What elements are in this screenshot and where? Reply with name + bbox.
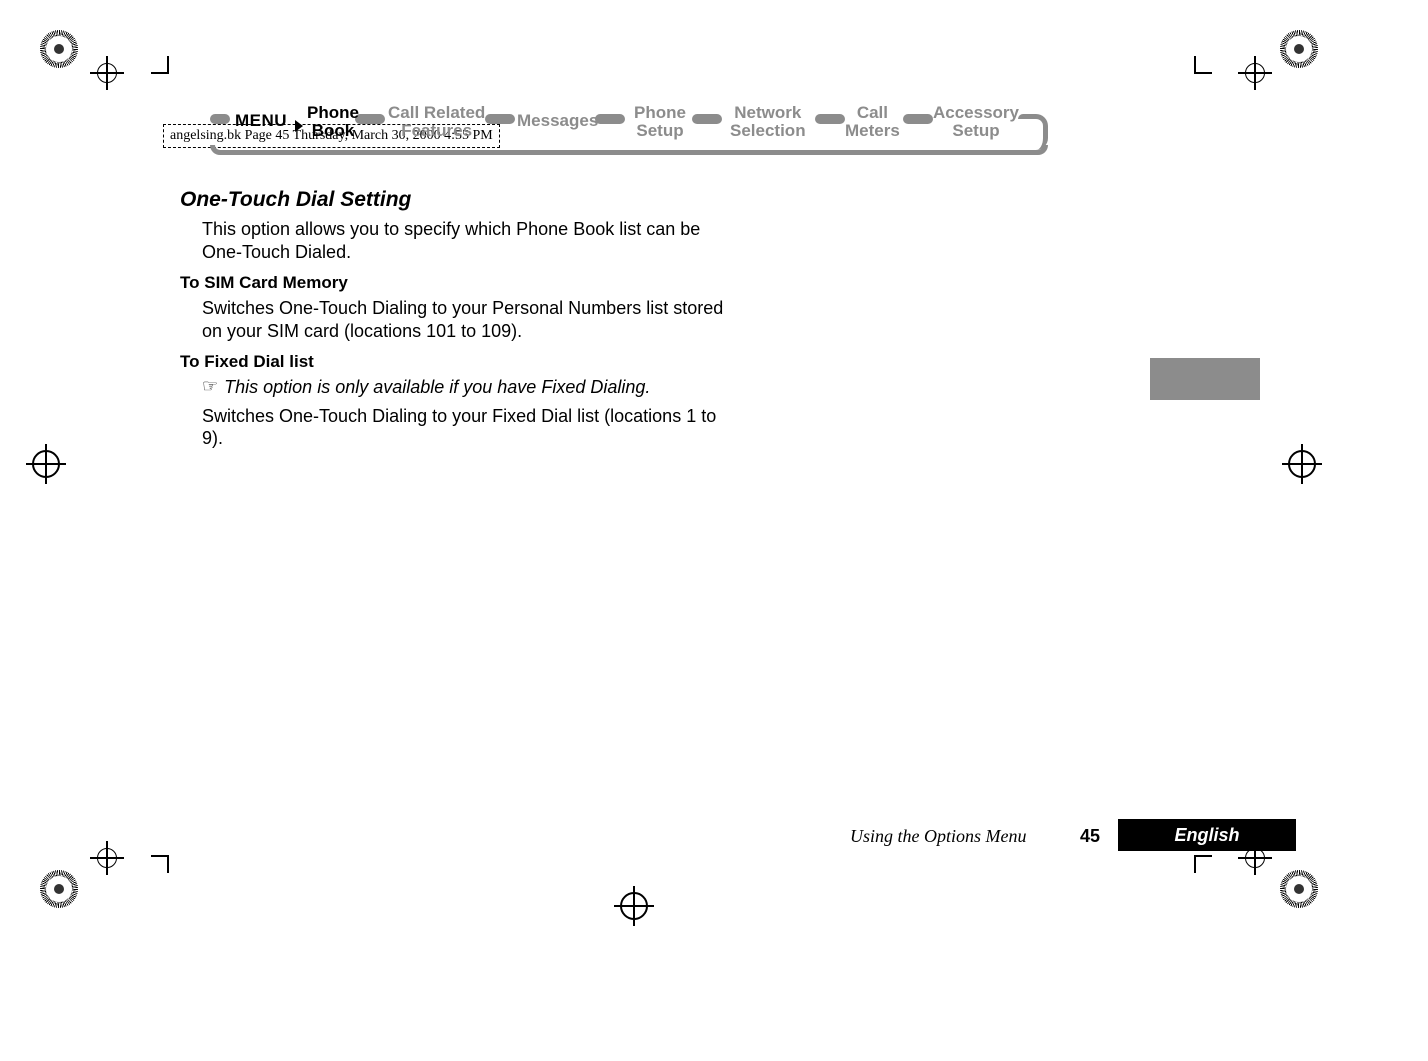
nav-connector (595, 114, 625, 124)
subsection-note-fixed: This option is only available if you hav… (224, 376, 650, 399)
footer-page-number: 45 (1080, 826, 1100, 847)
note-icon: ☞ (202, 376, 218, 397)
registration-mark-icon (40, 30, 78, 68)
registration-mark-icon (1280, 30, 1318, 68)
nav-item-line2: Features (388, 122, 485, 140)
nav-item-call-meters: Call Meters (845, 104, 900, 140)
nav-item-line2: Setup (634, 122, 686, 140)
nav-connector (210, 114, 230, 124)
section-title: One-Touch Dial Setting (180, 188, 725, 212)
nav-item-phone-book: Phone Book (307, 104, 359, 140)
crop-mark-icon (135, 40, 169, 74)
chevron-right-icon (295, 120, 303, 132)
crosshair-icon (32, 450, 60, 478)
nav-item-line1: Network (730, 104, 806, 122)
nav-item-line2: Setup (933, 122, 1019, 140)
nav-item-line2: Meters (845, 122, 900, 140)
registration-mark-icon (1280, 870, 1318, 908)
crosshair-icon (1288, 450, 1316, 478)
nav-item-line2: Selection (730, 122, 806, 140)
nav-item-line1: Call (845, 104, 900, 122)
crop-mark-icon (1194, 40, 1228, 74)
nav-connector-return (210, 145, 1048, 155)
nav-connector (355, 114, 385, 124)
nav-item-line2: Book (307, 122, 359, 140)
footer-chapter: Using the Options Menu (850, 826, 1026, 847)
crosshair-icon (97, 63, 117, 83)
nav-connector (903, 114, 933, 124)
nav-connector (815, 114, 845, 124)
crosshair-icon (620, 892, 648, 920)
subsection-body-sim: Switches One-Touch Dialing to your Perso… (202, 297, 725, 342)
menu-nav: MENU Phone Book Call Related Features Me… (210, 100, 1178, 160)
nav-item-line1: Call Related (388, 104, 485, 122)
nav-connector (692, 114, 722, 124)
subsection-body-fixed: Switches One-Touch Dialing to your Fixed… (202, 405, 725, 450)
nav-connector (1018, 114, 1048, 150)
nav-item-line1: Phone (307, 104, 359, 122)
crop-mark-icon (1194, 855, 1228, 889)
section-intro: This option allows you to specify which … (202, 218, 725, 263)
thumb-index-tab (1150, 358, 1260, 400)
nav-item-line1: Accessory (933, 104, 1019, 122)
nav-item-network-selection: Network Selection (730, 104, 806, 140)
nav-item-call-related-features: Call Related Features (388, 104, 485, 140)
nav-item-accessory-setup: Accessory Setup (933, 104, 1019, 140)
nav-connector (485, 114, 515, 124)
nav-item-line1: Messages (517, 112, 598, 130)
subsection-title-sim: To SIM Card Memory (180, 273, 725, 293)
nav-item-phone-setup: Phone Setup (634, 104, 686, 140)
footer-language-badge: English (1118, 819, 1296, 851)
registration-mark-icon (40, 870, 78, 908)
page-content: One-Touch Dial Setting This option allow… (180, 180, 725, 460)
crosshair-icon (1245, 63, 1265, 83)
subsection-title-fixed: To Fixed Dial list (180, 352, 725, 372)
crop-mark-icon (135, 855, 169, 889)
crosshair-icon (97, 848, 117, 868)
nav-item-line1: Phone (634, 104, 686, 122)
nav-item-messages: Messages (517, 112, 598, 130)
crosshair-icon (1245, 848, 1265, 868)
menu-label: MENU (235, 112, 287, 130)
